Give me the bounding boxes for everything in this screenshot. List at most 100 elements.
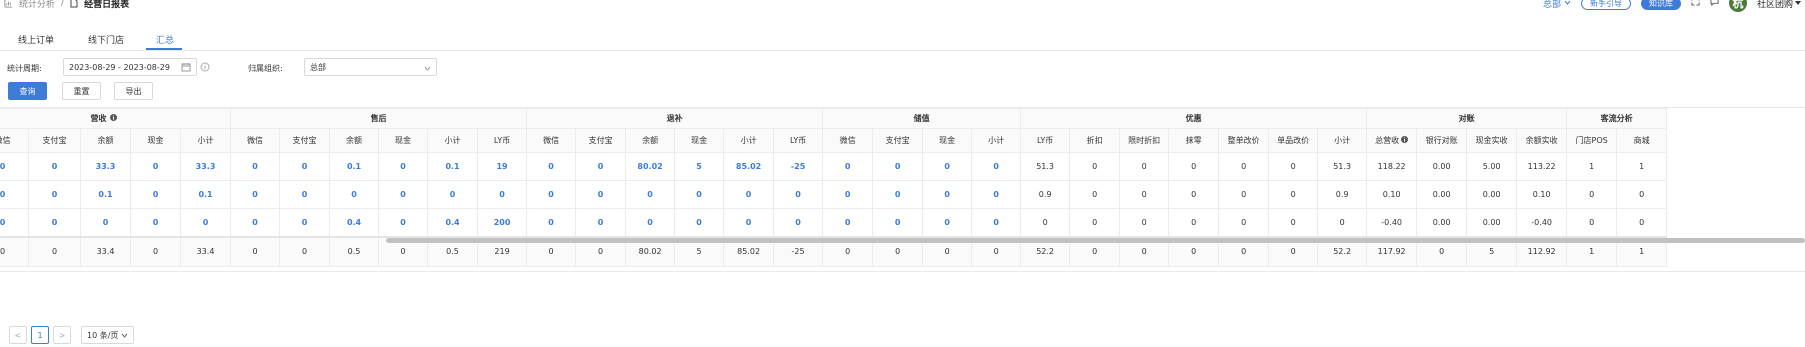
prev-page-button[interactable]: < — [9, 326, 27, 344]
page-number-1[interactable]: 1 — [31, 326, 49, 344]
reset-button[interactable]: 重置 — [62, 82, 101, 100]
table-cell[interactable]: 0 — [526, 208, 577, 237]
info-icon[interactable] — [200, 62, 210, 75]
table-cell[interactable]: 5 — [674, 152, 725, 181]
column-header: LY币 — [773, 128, 824, 153]
table-cell[interactable]: 0 — [230, 180, 281, 209]
table-cell[interactable]: 0 — [625, 208, 676, 237]
table-cell[interactable]: -25 — [773, 152, 824, 181]
tab-summary[interactable]: 汇总 — [156, 33, 174, 46]
table-cell[interactable]: 0.1 — [427, 152, 479, 181]
table-cell[interactable]: 0.4 — [427, 208, 479, 237]
table-cell[interactable]: 0.1 — [179, 180, 232, 209]
table-cell[interactable]: 33.3 — [80, 152, 131, 181]
column-header: 支付宝 — [575, 128, 627, 153]
table-cell[interactable]: 0 — [279, 208, 331, 237]
table-cell[interactable]: 0 — [130, 180, 181, 209]
knowledge-base-button[interactable]: 知识库 — [1640, 0, 1681, 10]
group-header-label: 对账 — [1458, 114, 1475, 123]
table-cell[interactable]: 0 — [230, 208, 281, 237]
table-cell[interactable]: 0 — [971, 208, 1022, 237]
org-select[interactable]: 总部 — [304, 58, 437, 76]
guide-button[interactable]: 新手引导 — [1580, 0, 1631, 10]
tab-online-orders[interactable]: 线上订单 — [18, 33, 54, 46]
column-header: 抹零 — [1168, 128, 1220, 153]
table-cell[interactable]: 0 — [922, 180, 973, 209]
avatar[interactable]: 杭 — [1728, 0, 1747, 12]
table-cell[interactable]: 0 — [378, 180, 429, 209]
table-cell[interactable]: 200 — [477, 208, 528, 237]
date-range-picker[interactable]: 2023-08-29 - 2023-08-29 — [63, 58, 197, 76]
table-cell[interactable]: 0 — [526, 180, 577, 209]
table-cell[interactable]: 0 — [723, 208, 775, 237]
next-page-button[interactable]: > — [53, 326, 71, 344]
table-cell[interactable]: 0 — [822, 208, 874, 237]
horizontal-scrollbar[interactable] — [386, 238, 1805, 243]
table-cell[interactable]: 0.1 — [329, 152, 380, 181]
table-cell[interactable]: 0 — [427, 180, 479, 209]
fullscreen-icon[interactable] — [1691, 0, 1700, 9]
column-header: 限时折扣 — [1119, 128, 1170, 153]
page-size-select[interactable]: 10 条/页 — [81, 326, 135, 344]
table-cell[interactable]: 0 — [179, 208, 232, 237]
table-cell[interactable]: 0 — [922, 152, 973, 181]
table-cell: 0 — [1069, 152, 1121, 181]
table-cell[interactable]: 0 — [971, 152, 1022, 181]
table-cell[interactable]: 0 — [80, 208, 131, 237]
table-cell[interactable]: 0 — [130, 208, 181, 237]
notification-icon[interactable] — [1710, 0, 1719, 9]
column-header-label: 现金 — [691, 136, 708, 145]
table-cell[interactable]: 0 — [0, 180, 29, 209]
table-cell[interactable]: 0.1 — [80, 180, 131, 209]
table-cell[interactable]: 0 — [922, 208, 973, 237]
table-cell[interactable]: 19 — [477, 152, 528, 181]
table-cell[interactable]: 0 — [28, 208, 81, 237]
table-cell[interactable]: 0 — [28, 180, 81, 209]
help-icon[interactable] — [109, 114, 117, 123]
table-cell[interactable]: 0 — [130, 152, 181, 181]
report-table-container: 营收 售后 退补 储值 优惠 对账 客流分析 微信 支付宝 余额 现金 小计 微信 支付宝 余额 现金 小计 L… — [0, 107, 1805, 272]
help-icon[interactable] — [1401, 136, 1409, 145]
table-cell[interactable]: 0 — [674, 208, 725, 237]
table-cell[interactable]: 0 — [575, 152, 627, 181]
table-cell[interactable]: 0 — [773, 208, 824, 237]
calendar-icon — [181, 62, 191, 74]
table-cell[interactable]: 0 — [378, 208, 429, 237]
table-cell[interactable]: 0 — [971, 180, 1022, 209]
query-button[interactable]: 查询 — [8, 82, 47, 100]
tab-offline-stores[interactable]: 线下门店 — [88, 33, 124, 46]
table-cell: 0 — [1069, 208, 1121, 237]
table-cell[interactable]: 0 — [329, 180, 380, 209]
table-cell[interactable]: 0 — [378, 152, 429, 181]
table-cell: 0 — [1168, 180, 1220, 209]
breadcrumb-parent[interactable]: 统计分析 — [19, 0, 55, 10]
table-cell[interactable]: 85.02 — [723, 152, 775, 181]
table-cell[interactable]: 0 — [822, 152, 874, 181]
table-cell[interactable]: 0 — [279, 152, 331, 181]
table-cell[interactable]: 0.4 — [329, 208, 380, 237]
table-cell[interactable]: 0 — [575, 180, 627, 209]
table-cell[interactable]: 0 — [822, 180, 874, 209]
table-cell[interactable]: 0 — [773, 180, 824, 209]
table-cell[interactable]: 0 — [674, 180, 725, 209]
org-switch[interactable]: 总部 — [1543, 0, 1571, 10]
table-cell[interactable]: 80.02 — [625, 152, 676, 181]
table-cell[interactable]: 0 — [279, 180, 331, 209]
table-cell[interactable]: 0 — [872, 208, 924, 237]
table-cell[interactable]: 0 — [625, 180, 676, 209]
export-button[interactable]: 导出 — [114, 82, 153, 100]
table-cell[interactable]: 0 — [723, 180, 775, 209]
table-cell[interactable]: 0 — [0, 152, 29, 181]
table-cell[interactable]: 0 — [28, 152, 81, 181]
table-cell[interactable]: 0 — [872, 180, 924, 209]
table-cell[interactable]: 0 — [230, 152, 281, 181]
table-cell[interactable]: 0 — [526, 152, 577, 181]
table-cell[interactable]: 0 — [477, 180, 528, 209]
column-header-label: 微信 — [247, 136, 264, 145]
table-cell[interactable]: 0 — [0, 208, 29, 237]
table-cell[interactable]: 0 — [575, 208, 627, 237]
table-cell: 0.00 — [1416, 208, 1468, 237]
table-cell[interactable]: 33.3 — [179, 152, 232, 181]
table-cell[interactable]: 0 — [872, 152, 924, 181]
user-menu[interactable]: 社区团购 — [1757, 0, 1801, 10]
